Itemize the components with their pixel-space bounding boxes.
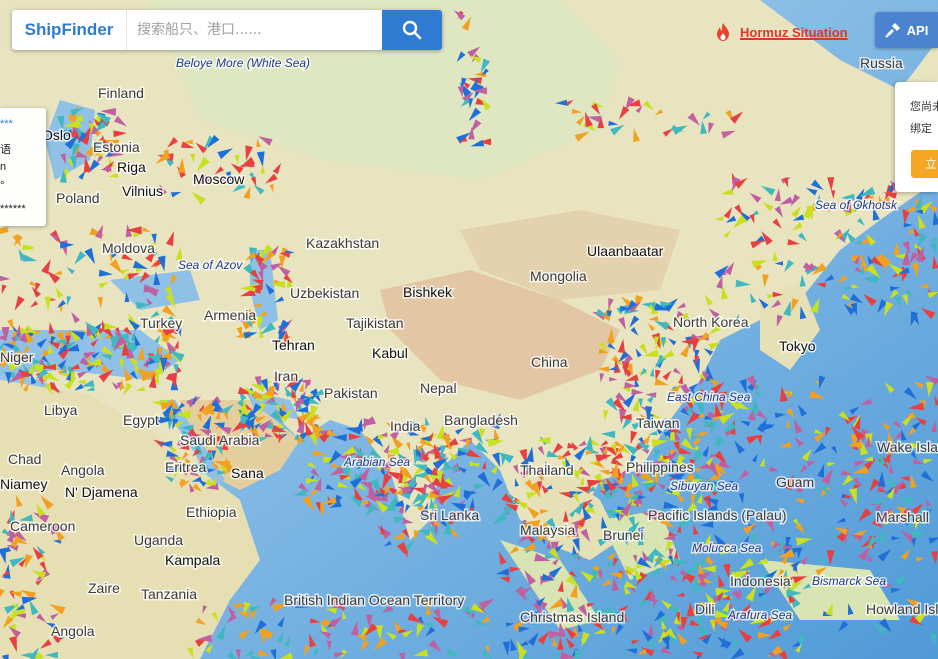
country-label: Egypt (123, 412, 159, 428)
country-label: Taiwan (636, 415, 680, 431)
panel-line: n (0, 161, 7, 173)
country-label: Kazakhstan (306, 235, 379, 251)
city-label: Vilnius (122, 183, 163, 199)
sea-label: Molucca Sea (692, 541, 762, 555)
city-label: Tokyo (779, 338, 816, 354)
country-label: Christmas Island (520, 609, 624, 625)
sea-label: Sibuyan Sea (670, 479, 738, 493)
sea-label: Sea of Azov (178, 258, 243, 272)
country-label: Iran (274, 368, 298, 384)
country-label: Libya (44, 402, 78, 418)
city-label: N' Djamena (65, 484, 138, 500)
country-label: Niger (0, 349, 34, 365)
country-label: Philippines (626, 459, 694, 475)
country-label: Pacific Islands (Palau) (648, 507, 787, 523)
city-label: Tehran (272, 337, 315, 353)
country-label: Tajikistan (346, 315, 404, 331)
sea-label: Bismarck Sea (812, 574, 886, 588)
city-label: Riga (117, 159, 146, 175)
country-label: Brunei (603, 527, 643, 543)
city-label: Sana (231, 465, 264, 481)
city-label: Kampala (165, 552, 220, 568)
country-label: Russia (860, 55, 903, 71)
country-label: Angola (61, 462, 105, 478)
hormuz-alert-link[interactable]: Hormuz Situation (714, 22, 848, 42)
country-label: Marshall (876, 509, 929, 525)
sea-label: Sea of Okhotsk (815, 198, 898, 212)
city-label: Oslo (42, 127, 71, 143)
panel-line: ****** (0, 203, 26, 215)
country-label: Zaire (88, 580, 120, 596)
country-label: Uganda (134, 532, 183, 548)
country-label: Pakistan (324, 385, 378, 401)
city-label: Moscow (193, 171, 245, 187)
sea-label: Arabian Sea (343, 455, 410, 469)
country-label: Poland (56, 190, 100, 206)
brand-logo[interactable]: ShipFinder (12, 10, 127, 50)
search-button[interactable] (382, 10, 442, 50)
sea-label: Arafura Sea (727, 608, 792, 622)
search-bar: ShipFinder (12, 10, 442, 50)
bind-now-button[interactable]: 立 (911, 150, 938, 178)
country-label: Dili (695, 601, 714, 617)
sea-label: Beloye More (White Sea) (176, 56, 310, 70)
country-label: Guam (776, 474, 814, 490)
api-label: API (906, 22, 929, 38)
country-label: Thailand (520, 462, 574, 478)
api-button[interactable]: API (875, 12, 938, 48)
country-label: Eritrea (165, 459, 206, 475)
country-label: Ethiopia (186, 504, 237, 520)
plug-icon (884, 23, 900, 38)
panel-line: 语 (0, 144, 11, 156)
bind-notice-line2: 绑定 (910, 122, 932, 135)
sea-label: East China Sea (667, 390, 751, 404)
country-label: Turkey (140, 315, 182, 331)
bind-notice-line1: 您尚未 (910, 100, 938, 113)
country-label: North Korea (673, 314, 749, 330)
hormuz-alert-label[interactable]: Hormuz Situation (740, 25, 848, 40)
panel-line: *** (0, 118, 13, 130)
panel-line: ° (0, 180, 5, 192)
city-label: Ulaanbaatar (587, 243, 664, 259)
country-label: Malaysia (520, 522, 575, 538)
city-label: Niamey (0, 476, 47, 492)
country-label: India (390, 418, 421, 434)
search-input[interactable] (127, 12, 385, 48)
country-label: Cameroon (10, 518, 75, 534)
country-label: Howland Island (866, 601, 938, 617)
country-label: Finland (98, 85, 144, 101)
vessel-info-panel[interactable]: *** 语 n ° ****** (0, 108, 46, 226)
city-label: Kabul (372, 345, 408, 361)
country-label: Chad (8, 451, 41, 467)
country-label: Armenia (204, 307, 256, 323)
country-label: Nepal (420, 380, 457, 396)
country-label: Uzbekistan (290, 285, 359, 301)
country-label: Mongolia (530, 268, 587, 284)
country-label: Wake Island (877, 439, 938, 455)
search-icon (402, 20, 422, 40)
country-label: British Indian Ocean Territory (284, 592, 464, 608)
country-label: Angola (51, 623, 95, 639)
country-label: China (531, 354, 568, 370)
country-label: Saudi Arabia (180, 432, 260, 448)
city-label: Bishkek (403, 284, 453, 300)
country-label: Moldova (102, 240, 155, 256)
country-label: Indonesia (730, 573, 791, 589)
country-label: Sri Lanka (420, 507, 479, 523)
flame-icon (717, 23, 729, 41)
map-canvas[interactable]: Beloye More (White Sea) Finland Oslo Est… (0, 0, 938, 659)
account-bind-panel: 您尚未 绑定 立 (895, 82, 938, 192)
country-label: Estonia (93, 139, 140, 155)
country-label: Bangladesh (444, 412, 518, 428)
country-label: Tanzania (141, 586, 197, 602)
